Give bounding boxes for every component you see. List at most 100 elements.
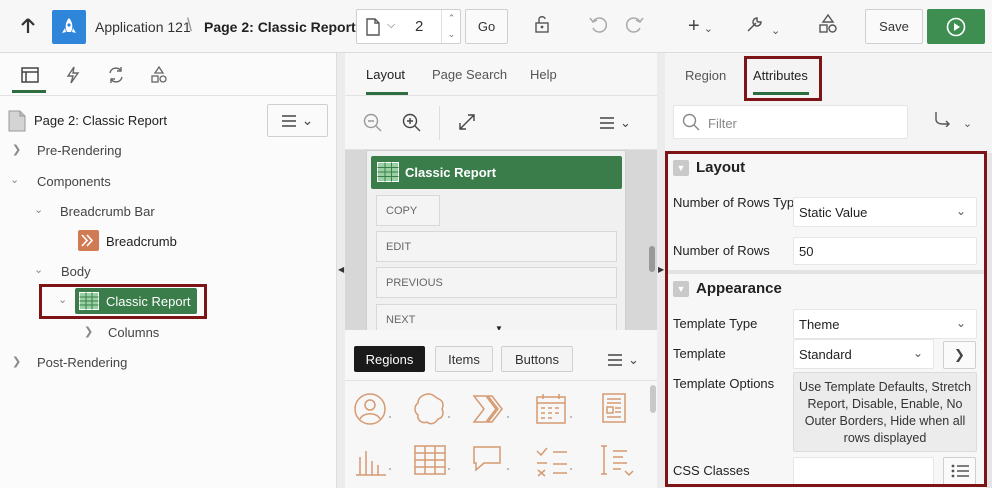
filter-input[interactable]: Filter bbox=[673, 105, 908, 139]
template-select[interactable]: Standard ⌄ bbox=[793, 339, 934, 369]
filter-placeholder: Filter bbox=[708, 116, 737, 131]
left-pane-tabs bbox=[0, 53, 337, 96]
layout-region-header[interactable]: Classic Report bbox=[371, 156, 622, 189]
gallery-menu-button[interactable]: ⌄ bbox=[608, 352, 639, 368]
css-classes-input[interactable] bbox=[793, 457, 934, 485]
sort-region-icon[interactable] bbox=[597, 443, 637, 479]
right-splitter[interactable]: ▶ bbox=[657, 53, 665, 488]
tree-node-pre-rendering[interactable]: Pre-Rendering bbox=[37, 143, 122, 158]
shared-components-tab-icon[interactable] bbox=[148, 65, 170, 85]
zoom-out-icon[interactable] bbox=[363, 113, 383, 138]
utilities-menu-button[interactable]: ⌄ bbox=[745, 14, 780, 40]
tree-menu-button[interactable]: ⌄ bbox=[267, 104, 328, 137]
chevron-down-icon: ⌄ bbox=[955, 316, 966, 330]
tree-node-post-rendering[interactable]: Post-Rendering bbox=[37, 355, 127, 370]
tab-help[interactable]: Help bbox=[530, 67, 557, 82]
layout-toolbar: ⌄ bbox=[345, 96, 657, 150]
tab-attributes[interactable]: Attributes bbox=[753, 68, 808, 83]
chevron-up-icon[interactable]: ⌃ bbox=[448, 13, 456, 24]
go-button[interactable]: Go bbox=[465, 9, 508, 44]
avatar-region-icon[interactable] bbox=[352, 391, 392, 427]
button-slot-previous[interactable]: PREVIOUS bbox=[376, 267, 617, 298]
tree-node-breadcrumb-bar[interactable]: Breadcrumb Bar bbox=[60, 204, 155, 219]
breadcrumb-gallery-icon[interactable] bbox=[470, 391, 510, 427]
cards-region-icon[interactable] bbox=[597, 391, 637, 427]
section-layout[interactable]: ▼ Layout bbox=[673, 153, 983, 183]
template-options-button[interactable]: Use Template Defaults, Stretch Report, D… bbox=[793, 372, 977, 452]
undo-icon[interactable] bbox=[588, 14, 608, 40]
tree-node-columns[interactable]: Columns bbox=[108, 325, 159, 340]
css-classes-picker-button[interactable] bbox=[943, 457, 976, 485]
comments-region-icon[interactable] bbox=[470, 443, 510, 479]
create-menu-button[interactable]: + ⌄ bbox=[688, 15, 713, 38]
chevron-down-icon[interactable]: ⌄ bbox=[34, 203, 43, 216]
redo-icon[interactable] bbox=[625, 14, 645, 40]
collapse-icon[interactable]: ▼ bbox=[673, 281, 689, 297]
zoom-in-icon[interactable] bbox=[402, 113, 422, 138]
expand-icon[interactable] bbox=[458, 113, 476, 136]
page-icon[interactable] bbox=[365, 18, 381, 41]
section-appearance[interactable]: ▼ Appearance bbox=[673, 274, 983, 304]
lock-icon[interactable] bbox=[532, 14, 552, 40]
chevron-down-icon: ⌄ bbox=[620, 115, 631, 130]
app-icon[interactable] bbox=[52, 10, 86, 44]
tree-node-body[interactable]: Body bbox=[61, 264, 91, 279]
tree-node-components[interactable]: Components bbox=[37, 174, 111, 189]
template-type-select[interactable]: Theme ⌄ bbox=[793, 309, 977, 339]
tab-region[interactable]: Region bbox=[685, 68, 726, 83]
region-gallery bbox=[345, 381, 657, 488]
property-scrollbar[interactable] bbox=[986, 153, 992, 488]
chevron-right-icon[interactable]: ❯ bbox=[12, 143, 21, 156]
tree-root-label[interactable]: Page 2: Classic Report bbox=[34, 113, 167, 128]
scroll-down-icon[interactable]: ▼ bbox=[495, 324, 503, 330]
tree-node-breadcrumb[interactable]: Breadcrumb bbox=[106, 234, 177, 249]
layout-menu-button[interactable]: ⌄ bbox=[600, 115, 631, 131]
page-number-input[interactable]: 2 bbox=[415, 18, 423, 35]
tab-layout[interactable]: Layout bbox=[366, 67, 405, 82]
shared-components-icon[interactable] bbox=[818, 13, 838, 40]
report-gallery-icon[interactable] bbox=[411, 443, 451, 479]
tab-regions[interactable]: Regions bbox=[354, 346, 425, 372]
tree-node-classic-report[interactable]: Classic Report bbox=[75, 288, 197, 314]
badge-region-icon[interactable] bbox=[411, 391, 451, 427]
chevron-down-icon: ⌄ bbox=[962, 118, 973, 130]
chevron-right-icon[interactable]: ❯ bbox=[12, 355, 21, 368]
save-button[interactable]: Save bbox=[865, 9, 923, 44]
template-goto-button[interactable]: ❯ bbox=[943, 341, 976, 369]
rows-type-select[interactable]: Static Value ⌄ bbox=[793, 197, 977, 227]
layout-region-card[interactable]: Classic Report COPY EDIT PREVIOUS NEXT bbox=[366, 150, 626, 330]
up-arrow-icon[interactable] bbox=[14, 12, 42, 40]
chevron-down-icon[interactable]: ⌄ bbox=[448, 29, 456, 40]
chart-region-icon[interactable] bbox=[352, 443, 392, 479]
chevron-down-icon[interactable]: ⌵ bbox=[387, 19, 395, 32]
collapse-left-icon[interactable]: ◀ bbox=[338, 265, 344, 274]
chevron-right-icon[interactable]: ❯ bbox=[84, 325, 93, 338]
property-editor: Region Attributes Filter ⌄ ▼ Layout Numb… bbox=[665, 53, 992, 488]
breadcrumb-app-link[interactable]: Application 121 bbox=[95, 19, 191, 35]
go-to-group-button[interactable]: ⌄ bbox=[934, 111, 972, 130]
chevron-down-icon[interactable]: ⌄ bbox=[34, 263, 43, 276]
collapse-icon[interactable]: ▼ bbox=[673, 160, 689, 176]
layout-scrollbar[interactable] bbox=[649, 246, 655, 272]
chevron-right-icon: ❯ bbox=[954, 347, 965, 362]
page-stepper[interactable]: ⌃ ⌄ bbox=[441, 10, 461, 43]
processing-tab-icon[interactable] bbox=[105, 65, 127, 85]
rows-input[interactable]: 50 bbox=[793, 237, 977, 265]
layout-canvas[interactable]: Classic Report COPY EDIT PREVIOUS NEXT ▼ bbox=[345, 150, 657, 330]
chevron-down-icon[interactable]: ⌄ bbox=[10, 173, 19, 186]
collapse-right-icon[interactable]: ▶ bbox=[658, 265, 664, 274]
rendering-tab-icon[interactable] bbox=[19, 65, 41, 85]
report-region-icon bbox=[79, 292, 99, 315]
button-slot-copy[interactable]: COPY bbox=[376, 195, 440, 226]
run-button[interactable] bbox=[927, 9, 985, 44]
calendar-region-icon[interactable] bbox=[533, 391, 573, 427]
gallery-scrollbar[interactable] bbox=[650, 385, 656, 413]
dynamic-actions-tab-icon[interactable] bbox=[62, 65, 84, 85]
tab-items[interactable]: Items bbox=[435, 346, 493, 372]
button-slot-edit[interactable]: EDIT bbox=[376, 231, 617, 262]
tab-buttons[interactable]: Buttons bbox=[501, 346, 573, 372]
left-splitter[interactable]: ◀ bbox=[337, 53, 345, 488]
checklist-region-icon[interactable] bbox=[533, 443, 573, 479]
tab-page-search[interactable]: Page Search bbox=[432, 67, 507, 82]
chevron-down-icon[interactable]: ⌄ bbox=[58, 293, 67, 306]
